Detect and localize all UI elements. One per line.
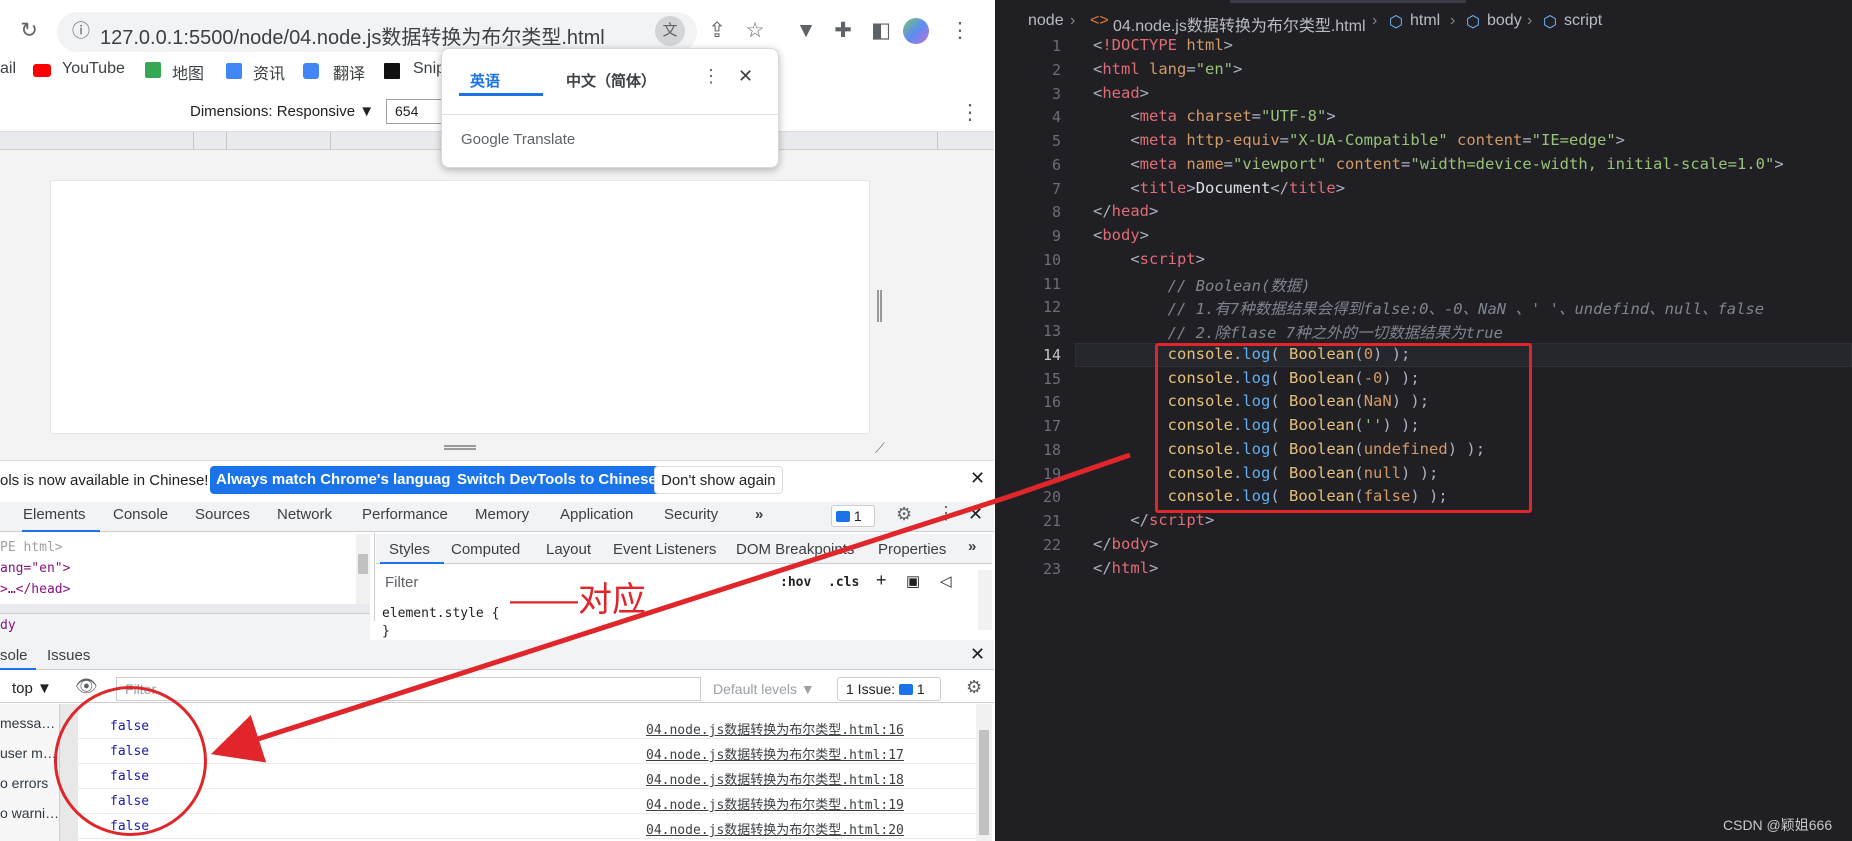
annotation-label: ——对应 bbox=[510, 581, 646, 619]
annotation-arrow bbox=[210, 452, 1131, 763]
